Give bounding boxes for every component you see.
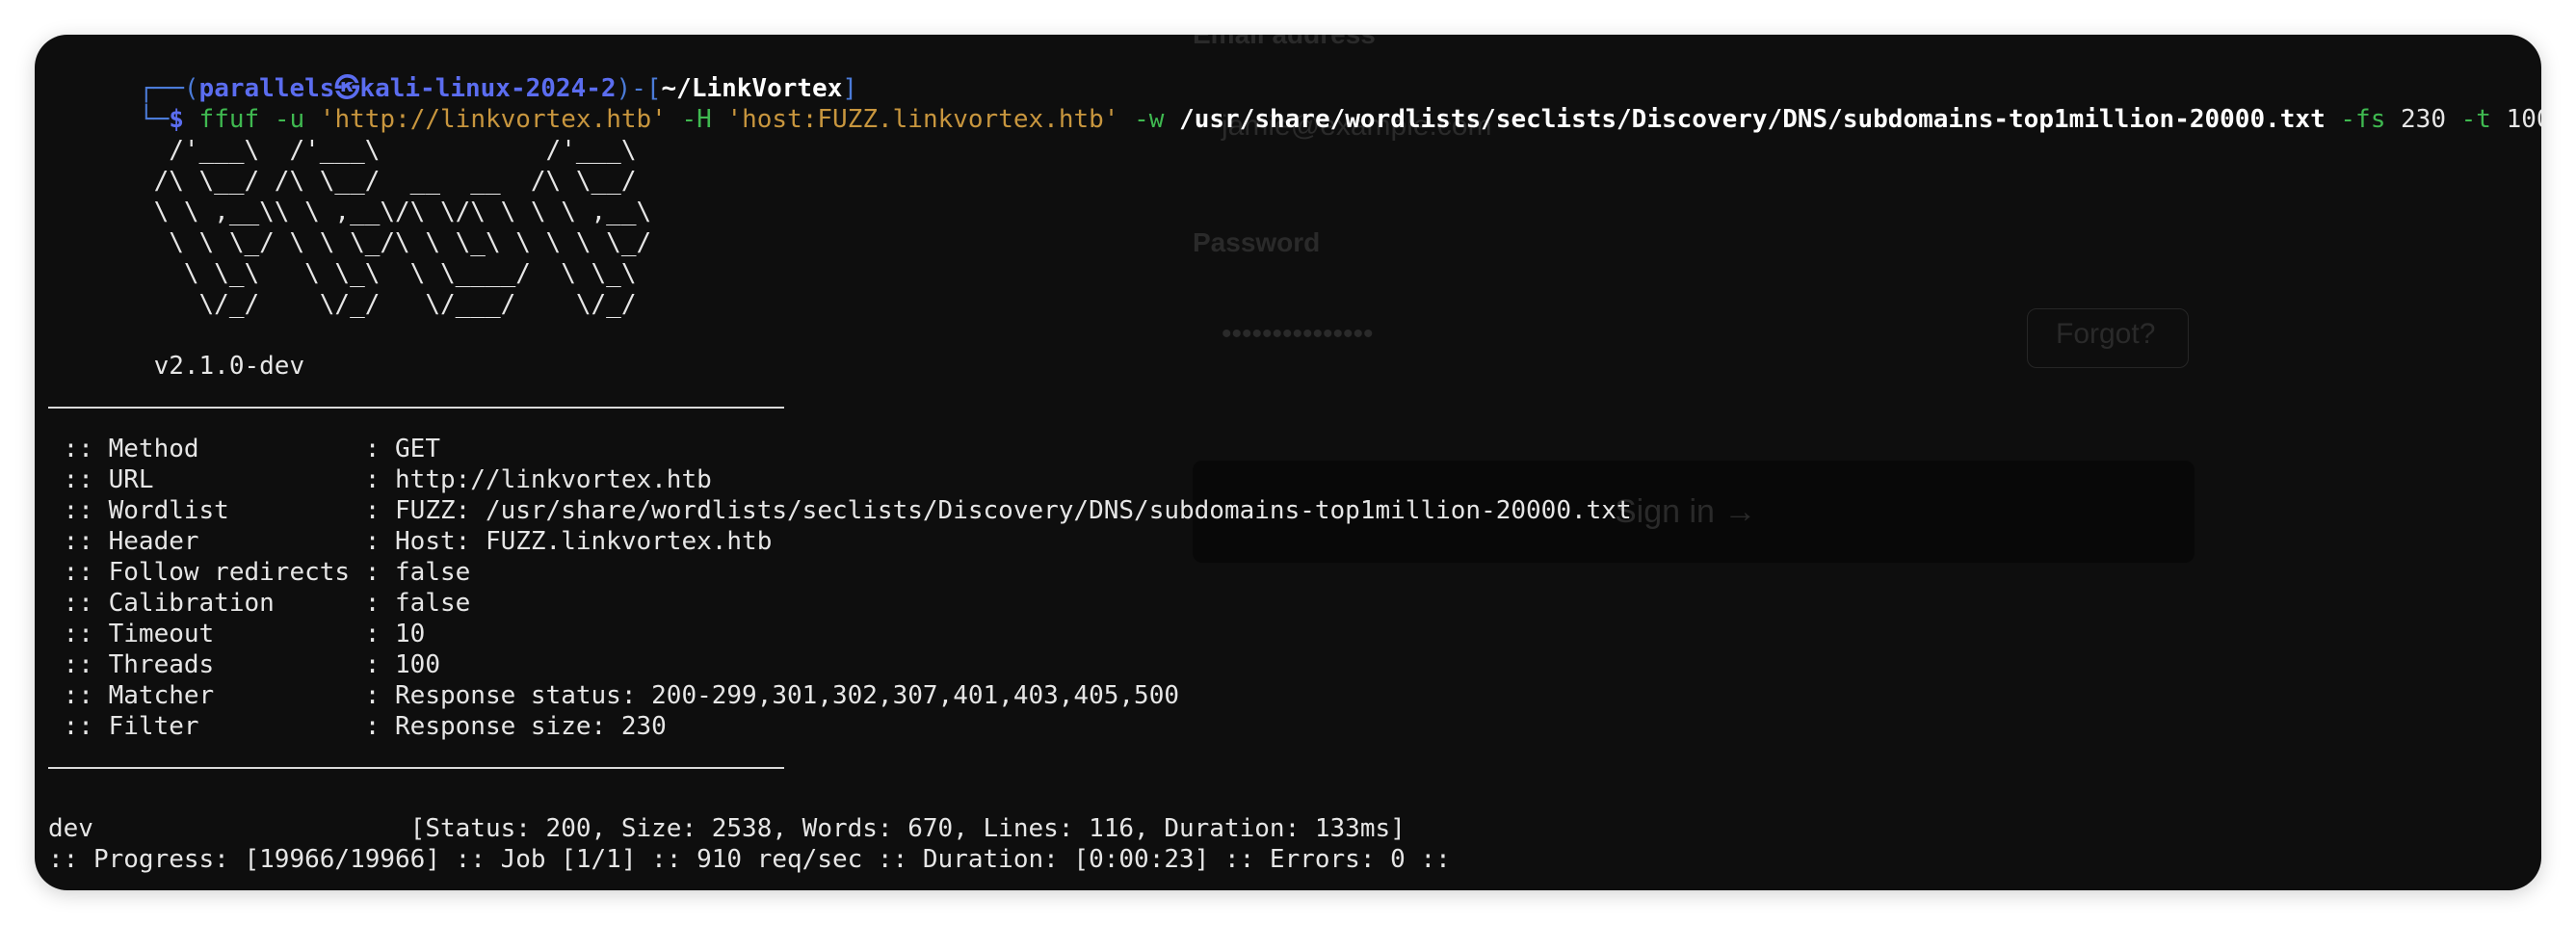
wordlist-arg: /usr/share/wordlists/seclists/Discovery/…	[1179, 105, 2326, 134]
config-line: :: Calibration : false	[48, 589, 471, 618]
forgot-label: Forgot?	[2056, 318, 2156, 350]
flag-u: -u	[274, 105, 305, 134]
banner-art-line: /\ \__/ /\ \__/ __ __ /\ \__/	[48, 167, 743, 196]
prompt-dollar: $	[169, 105, 184, 134]
version-text: v2.1.0-dev	[48, 352, 305, 381]
separator	[48, 767, 784, 769]
config-line: :: Follow redirects : false	[48, 558, 471, 587]
config-line: :: Method : GET	[48, 435, 440, 463]
flag-fs: -fs	[2340, 105, 2386, 134]
flag-w: -w	[1134, 105, 1165, 134]
config-line: :: Wordlist : FUZZ: /usr/share/wordlists…	[48, 496, 1632, 525]
terminal-window[interactable]: Email address jamie@example.com Password…	[35, 35, 2541, 890]
banner-art-line: \ \_\ \ \_\ \ \____/ \ \_\	[48, 259, 743, 288]
config-line: :: URL : http://linkvortex.htb	[48, 465, 712, 494]
prompt-frame: └─	[138, 105, 170, 134]
progress-line: :: Progress: [19966/19966] :: Job [1/1] …	[48, 845, 1451, 874]
config-line: :: Matcher : Response status: 200-299,30…	[48, 681, 1179, 710]
result-line: dev [Status: 200, Size: 2538, Words: 670…	[48, 814, 1406, 843]
flag-t: -t	[2460, 105, 2491, 134]
fs-value: 230	[2401, 105, 2446, 134]
url-arg: 'http://linkvortex.htb'	[319, 105, 667, 134]
email-label: Email address	[1193, 35, 1376, 50]
banner-art-line: \/_/ \/_/ \/___/ \/_/	[48, 290, 743, 319]
banner-art-line: \ \ ,__\\ \ ,__\/\ \/\ \ \ \ ,__\	[48, 198, 743, 226]
banner-art-line: \ \ \_/ \ \ \_/\ \ \_\ \ \ \ \_/	[48, 228, 743, 257]
config-line: :: Timeout : 10	[48, 620, 426, 648]
sign-in-label: Sign in →	[1615, 493, 1757, 530]
t-value: 100	[2506, 105, 2541, 134]
flag-h: -H	[681, 105, 712, 134]
password-field: •••••••••••••••	[1222, 318, 1374, 350]
config-line: :: Header : Host: FUZZ.linkvortex.htb	[48, 527, 773, 556]
separator	[48, 407, 784, 409]
config-line: :: Threads : 100	[48, 650, 440, 679]
banner-art-line: /'___\ /'___\ /'___\	[48, 136, 743, 165]
password-label: Password	[1193, 227, 1321, 257]
config-line: :: Filter : Response size: 230	[48, 712, 667, 741]
header-arg: 'host:FUZZ.linkvortex.htb'	[726, 105, 1119, 134]
command-program: ffuf	[198, 105, 260, 134]
